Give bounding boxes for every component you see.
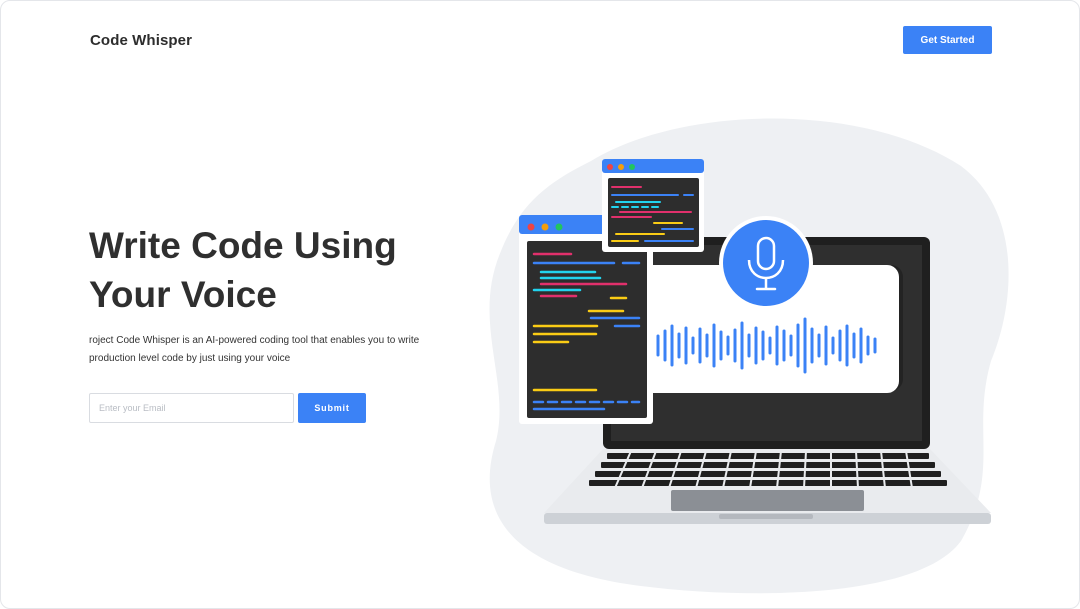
code-window-icon — [602, 159, 704, 252]
page: Code Whisper Get Started Write Code Usin… — [0, 0, 1080, 609]
get-started-button[interactable]: Get Started — [903, 26, 992, 54]
hero-title: Write Code Using Your Voice — [89, 225, 397, 315]
brand-logo[interactable]: Code Whisper — [90, 32, 192, 49]
hero-description: roject Code Whisper is an AI-powered cod… — [89, 335, 420, 364]
email-input[interactable] — [89, 393, 294, 423]
microphone-icon — [719, 216, 813, 310]
voice-coding-illustration — [489, 118, 1009, 594]
submit-button[interactable]: Submit — [298, 393, 366, 423]
